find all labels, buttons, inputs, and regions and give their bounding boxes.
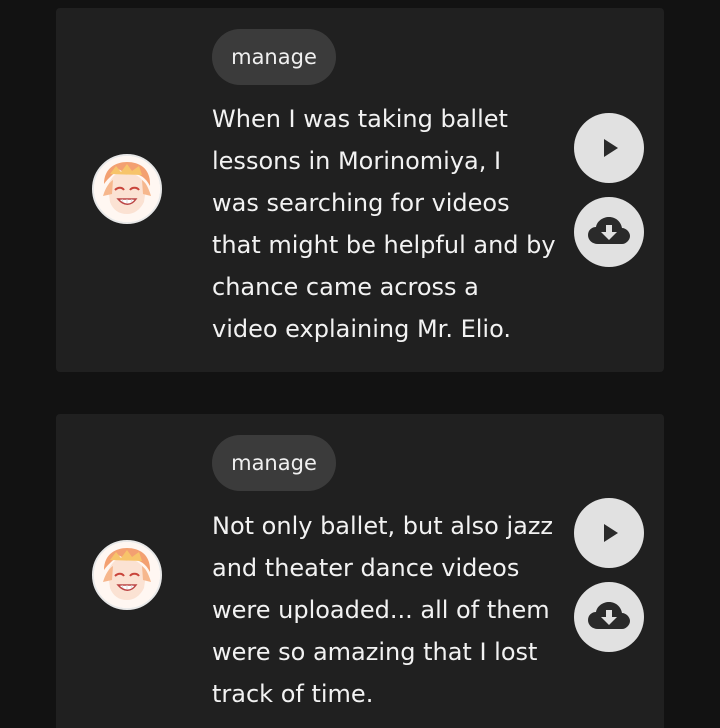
cloud-download-icon bbox=[588, 217, 630, 244]
cloud-download-icon bbox=[588, 602, 630, 629]
play-button[interactable] bbox=[574, 498, 644, 568]
message-text-line: video explaining Mr. Elio. bbox=[212, 315, 511, 343]
character-avatar-icon bbox=[94, 156, 160, 222]
message-text-line: that might be helpful and by bbox=[212, 231, 556, 259]
message-text-line: was searching for videos bbox=[212, 189, 510, 217]
message-text-line: When I was taking ballet bbox=[212, 105, 508, 133]
message-text-line: and theater dance videos bbox=[212, 554, 520, 582]
avatar bbox=[92, 540, 162, 610]
message-text-line: lessons in Morinomiya, I bbox=[212, 147, 502, 175]
message-card: manage Not only ballet, but also jazz an… bbox=[56, 414, 664, 728]
manage-chip[interactable]: manage bbox=[212, 29, 336, 85]
message-text-line: were so amazing that I lost bbox=[212, 638, 538, 666]
message-text-line: chance came across a bbox=[212, 273, 479, 301]
play-icon bbox=[604, 524, 618, 542]
download-button[interactable] bbox=[574, 582, 644, 652]
message-text-line: Not only ballet, but also jazz bbox=[212, 512, 554, 540]
message-text: Not only ballet, but also jazz and theat… bbox=[212, 505, 572, 715]
message-list: manage When I was taking ballet lessons … bbox=[0, 0, 720, 728]
play-icon bbox=[604, 139, 618, 157]
manage-chip[interactable]: manage bbox=[212, 435, 336, 491]
character-avatar-icon bbox=[94, 542, 160, 608]
message-text: When I was taking ballet lessons in Mori… bbox=[212, 98, 572, 350]
message-text-line: were uploaded... all of them bbox=[212, 596, 550, 624]
message-text-line: track of time. bbox=[212, 680, 374, 708]
message-card: manage When I was taking ballet lessons … bbox=[56, 8, 664, 372]
avatar bbox=[92, 154, 162, 224]
play-button[interactable] bbox=[574, 113, 644, 183]
download-button[interactable] bbox=[574, 197, 644, 267]
